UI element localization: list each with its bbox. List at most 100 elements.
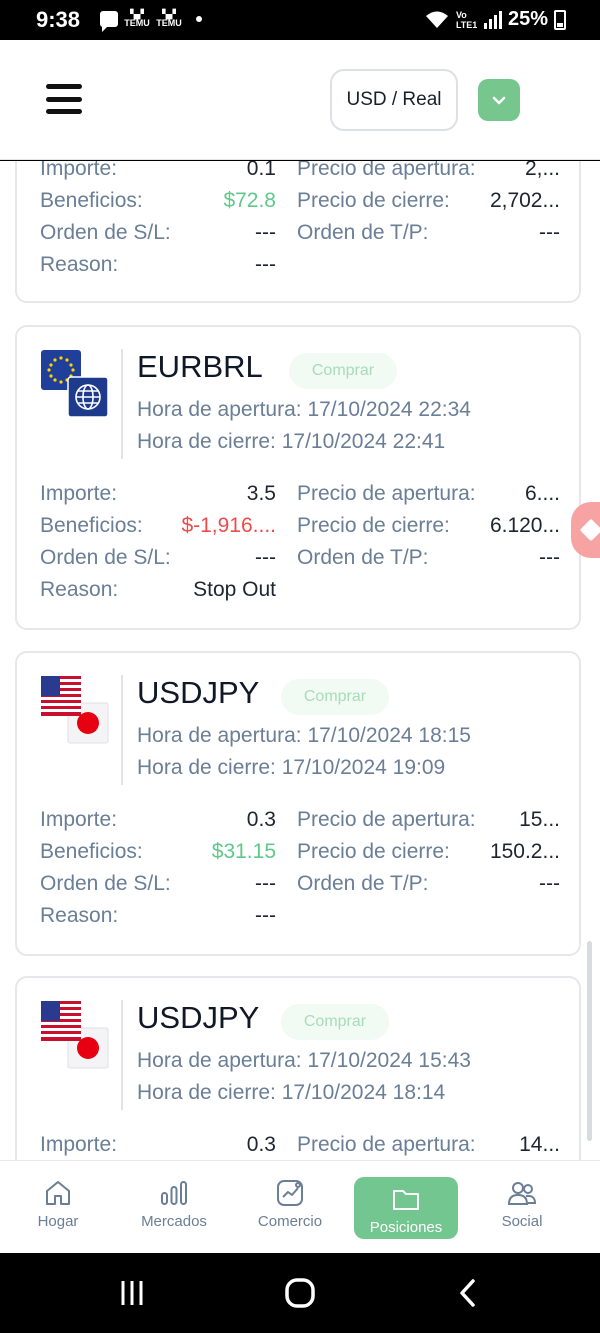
open-time-value: 17/10/2024 22:34 [307, 398, 471, 421]
home-circle-icon [285, 1278, 315, 1308]
close-time-value: 17/10/2024 19:09 [281, 756, 446, 779]
tp-label: Orden de T/P: [297, 546, 429, 569]
reason-label: Reason: [40, 904, 119, 927]
nav-markets[interactable]: Mercados [122, 1177, 226, 1239]
reason-value: --- [255, 253, 276, 276]
side-badge: Comprar [289, 353, 397, 389]
close-price-label: Precio de cierre: [297, 189, 450, 212]
battery-icon [554, 9, 566, 30]
back-button[interactable] [448, 1277, 488, 1309]
sl-label: Orden de S/L: [40, 221, 171, 244]
app-header: USD / Real [0, 40, 600, 160]
recent-apps-icon [121, 1281, 143, 1305]
open-price-label: Precio de apertura: [297, 482, 476, 505]
chart-icon [277, 1180, 303, 1206]
open-price-value: 15... [519, 808, 560, 831]
close-price-value: 6.120... [489, 514, 560, 537]
chat-icon [100, 11, 118, 32]
open-price-label: Precio de apertura: [297, 1133, 476, 1156]
open-time-label: Hora de apertura: [137, 724, 302, 747]
status-right: Vo LTE1 25% [424, 8, 566, 31]
eu-globe-icon [41, 350, 109, 418]
scrollbar-thumb[interactable] [587, 941, 592, 1141]
position-card[interactable]: USDJPY Comprar Hora de apertura: 17/10/2… [15, 976, 581, 1160]
close-time-label: Hora de cierre: [137, 756, 276, 779]
volte-label: Vo LTE1 [455, 9, 478, 30]
close-time-value: 17/10/2024 22:41 [281, 430, 446, 453]
sl-label: Orden de S/L: [40, 872, 171, 895]
status-bar: 9:38 ▚▞ TEMU ▚▞ TEMU Vo LTE1 25% [0, 0, 600, 40]
sl-label: Orden de S/L: [40, 546, 171, 569]
amount-value: 0.3 [246, 1133, 276, 1156]
reason-label: Reason: [40, 253, 119, 276]
recent-apps-button[interactable] [112, 1277, 152, 1309]
home-button[interactable] [280, 1277, 320, 1309]
close-time: Hora de cierre: 17/10/2024 19:09 [137, 756, 445, 780]
bottom-nav: Hogar Mercados Comercio Posiciones Socia… [0, 1160, 600, 1253]
more-notifications-dot [196, 16, 202, 22]
signal-icon [483, 10, 502, 29]
us-jp-icon [41, 676, 109, 744]
nav-social[interactable]: Social [470, 1177, 574, 1239]
open-price-label: Precio de apertura: [297, 808, 476, 831]
nav-trade[interactable]: Comercio [238, 1177, 342, 1239]
status-time: 9:38 [36, 7, 81, 32]
open-price-value: 14... [519, 1133, 560, 1156]
close-price-value: 150.2... [489, 840, 560, 863]
side-badge: Comprar [281, 1004, 389, 1040]
positions-list[interactable]: Importe: 0.1 Precio de apertura: 2,... B… [0, 161, 600, 1160]
nav-positions[interactable]: Posiciones [354, 1177, 458, 1239]
nav-markets-label: Mercados [141, 1213, 207, 1230]
tp-value: --- [539, 872, 560, 895]
tp-value: --- [539, 221, 560, 244]
close-price-label: Precio de cierre: [297, 514, 450, 537]
account-dropdown-button[interactable] [478, 79, 520, 121]
reason-value: Stop Out [193, 578, 276, 601]
reason-value: --- [255, 904, 276, 927]
home-icon [46, 1181, 70, 1205]
diamond-icon [579, 518, 600, 542]
tp-label: Orden de T/P: [297, 221, 429, 244]
sl-value: --- [255, 221, 276, 244]
system-nav-bar [0, 1253, 600, 1333]
position-card[interactable]: USDJPY Comprar Hora de apertura: 17/10/2… [15, 651, 581, 956]
position-card: Importe: 0.1 Precio de apertura: 2,... B… [15, 161, 581, 303]
us-jp-icon [41, 1001, 109, 1069]
amount-label: Importe: [40, 1133, 118, 1156]
close-time-value: 17/10/2024 18:14 [281, 1081, 446, 1104]
chevron-down-icon [492, 96, 506, 105]
symbol-title: EURBRL [137, 349, 263, 384]
amount-value: 0.1 [246, 161, 276, 180]
symbol-title: USDJPY [137, 1000, 260, 1035]
open-time-label: Hora de apertura: [137, 1049, 302, 1072]
close-time-label: Hora de cierre: [137, 1081, 276, 1104]
profit-value: $72.8 [223, 189, 276, 212]
sl-value: --- [255, 872, 276, 895]
nav-home[interactable]: Hogar [6, 1177, 110, 1239]
close-time-label: Hora de cierre: [137, 430, 276, 453]
notification-icons: ▚▞ TEMU ▚▞ TEMU [100, 9, 202, 32]
profit-label: Beneficios: [40, 514, 143, 537]
open-time: Hora de apertura: 17/10/2024 22:34 [137, 398, 471, 422]
position-card[interactable]: EURBRL Comprar Hora de apertura: 17/10/2… [15, 325, 581, 630]
open-time: Hora de apertura: 17/10/2024 18:15 [137, 724, 471, 748]
floating-support-tab[interactable] [571, 502, 600, 558]
profit-value: $-1,916.... [181, 514, 276, 537]
open-time-value: 17/10/2024 15:43 [307, 1049, 471, 1072]
bars-icon [161, 1181, 187, 1205]
people-icon [507, 1182, 537, 1205]
wifi-icon [425, 11, 448, 28]
amount-value: 3.5 [246, 482, 276, 505]
sl-value: --- [255, 546, 276, 569]
divider [121, 675, 123, 785]
temu-icon: ▚▞ TEMU [156, 9, 182, 28]
amount-label: Importe: [40, 161, 118, 180]
account-selector[interactable]: USD / Real [330, 69, 458, 131]
nav-home-label: Hogar [37, 1213, 79, 1230]
tp-label: Orden de T/P: [297, 872, 429, 895]
open-time: Hora de apertura: 17/10/2024 15:43 [137, 1049, 471, 1073]
divider [121, 1000, 123, 1110]
menu-icon[interactable] [46, 84, 82, 114]
amount-label: Importe: [40, 482, 118, 505]
folder-icon [393, 1190, 419, 1210]
